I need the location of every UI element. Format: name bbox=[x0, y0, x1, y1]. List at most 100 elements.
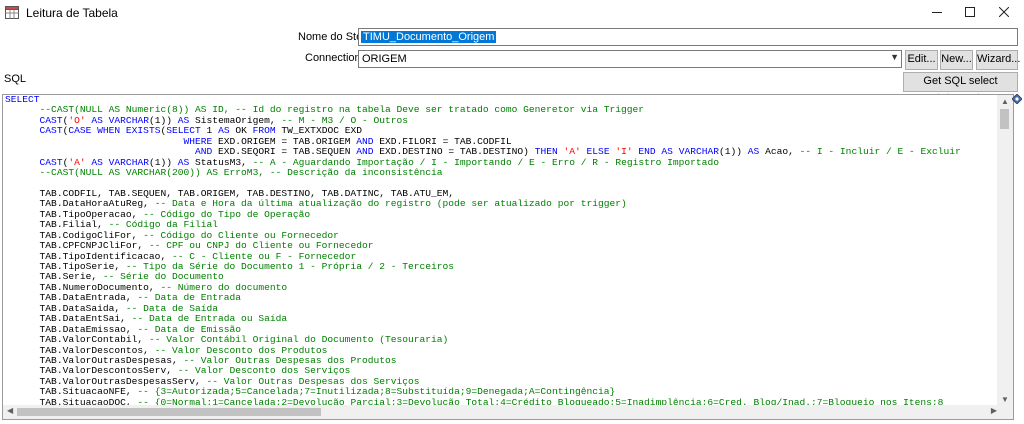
sql-token: 'A' bbox=[563, 146, 581, 158]
sql-token: TAB.DataEmissao, bbox=[5, 323, 138, 335]
sql-token: -- Data de Saída bbox=[125, 302, 219, 314]
sql-token: TAB.TipoOperacao, bbox=[5, 208, 144, 220]
sql-token: StatusM3, bbox=[189, 156, 253, 168]
sql-token: TAB.TipoSerie, bbox=[5, 261, 126, 272]
sql-token: AS VARCHAR bbox=[91, 156, 149, 168]
scrollbar-corner bbox=[997, 405, 1013, 419]
sql-token: -- C - Cliente ou F - Fornecedor bbox=[171, 250, 357, 262]
horizontal-scrollbar[interactable]: ◀ ▶ bbox=[3, 405, 1013, 419]
sql-token: EXD.ORIGEM = TAB.ORIGEM bbox=[212, 135, 357, 147]
table-app-icon bbox=[5, 6, 19, 19]
sql-line: TAB.SituacaoDOC, -- {0=Normal;1=Cancelad… bbox=[5, 397, 1001, 405]
sql-token: TAB.ValorOutrasDespesasServ, bbox=[5, 375, 207, 387]
scroll-left-icon[interactable]: ◀ bbox=[7, 406, 13, 415]
sql-token: ELSE bbox=[586, 146, 610, 158]
sql-token: -- Valor Outras Despesas dos Produtos bbox=[183, 354, 397, 366]
sql-label: SQL bbox=[4, 73, 27, 85]
sql-token: -- Tipo da Série do Documento 1 - Própri… bbox=[125, 261, 455, 272]
sql-token: AND bbox=[356, 135, 374, 147]
title-bar: Leitura de Tabela bbox=[0, 0, 1024, 26]
chevron-down-icon[interactable]: ▼ bbox=[890, 52, 899, 62]
sql-token: AS bbox=[177, 114, 190, 126]
sql-token: AS bbox=[747, 146, 760, 158]
sql-token: -- Código do Cliente ou Fornecedor bbox=[143, 229, 339, 241]
sql-token: TAB.TipoIdentificacao, bbox=[5, 250, 172, 262]
sql-token: -- Data de Entrada bbox=[137, 292, 242, 304]
sql-token: CAST bbox=[39, 125, 63, 137]
sql-token: 'O' bbox=[68, 114, 86, 126]
get-sql-statement-button[interactable]: Get SQL select statement... bbox=[903, 72, 1018, 104]
sql-token: AS bbox=[177, 156, 190, 168]
sql-token: TAB.ValorDescontos, bbox=[5, 344, 155, 356]
sql-token: CAST bbox=[39, 156, 63, 168]
sql-token: AS bbox=[218, 125, 230, 137]
connection-label: Connection bbox=[305, 52, 361, 64]
new-button[interactable]: New... bbox=[940, 50, 973, 70]
connection-value: ORIGEM bbox=[362, 53, 407, 65]
sql-token: TAB.DataHoraAtuReg, bbox=[5, 198, 155, 210]
sql-editor[interactable]: SELECT --CAST(NULL AS Numeric(8)) AS ID,… bbox=[2, 94, 1014, 420]
sql-token: CAST bbox=[39, 114, 63, 126]
sql-token: OK bbox=[229, 125, 253, 137]
sql-token: TAB.Filial, bbox=[5, 219, 109, 231]
sql-token: TAB.ValorDescontosServ, bbox=[5, 365, 178, 377]
edit-button[interactable]: Edit... bbox=[905, 50, 938, 70]
minimize-icon bbox=[932, 12, 942, 13]
sql-line: --CAST(NULL AS VARCHAR(200)) AS ErroM3, … bbox=[5, 167, 1001, 178]
sql-token: -- Código da Filial bbox=[108, 219, 219, 231]
variable-diamond-icon bbox=[1012, 94, 1022, 104]
close-button[interactable] bbox=[988, 0, 1020, 24]
sql-token: TAB.NumeroDocumento, bbox=[5, 281, 161, 293]
connection-select[interactable]: ORIGEM ▼ bbox=[358, 50, 902, 68]
sql-token: TAB.CPFCNPJCliFor, bbox=[5, 240, 149, 252]
sql-token: TAB.ValorOutrasDespesas, bbox=[5, 354, 184, 366]
scroll-up-icon[interactable]: ▲ bbox=[1001, 97, 1009, 106]
sql-token: -- Valor Contábil Original do Documento … bbox=[148, 334, 449, 346]
sql-token: -- Valor Outras Despesas dos Serviços bbox=[206, 375, 420, 387]
sql-token: SELECT bbox=[166, 125, 201, 137]
sql-code-area[interactable]: SELECT --CAST(NULL AS Numeric(8)) AS ID,… bbox=[5, 95, 1001, 405]
sql-token: -- {3=Autorizada;5=Cancelada;7=Inutiliza… bbox=[137, 386, 616, 398]
vertical-scrollbar[interactable]: ▲ ▼ bbox=[997, 95, 1013, 405]
sql-token: TAB.Serie, bbox=[5, 271, 103, 283]
sql-token: Acao, bbox=[759, 146, 800, 158]
horizontal-scroll-thumb[interactable] bbox=[17, 408, 321, 416]
sql-token: TAB.ValorContabil, bbox=[5, 334, 149, 346]
sql-token: TW_EXTXDOC EXD bbox=[275, 125, 362, 137]
sql-token: END AS VARCHAR bbox=[638, 146, 719, 158]
minimize-button[interactable] bbox=[921, 0, 953, 24]
wizard-button[interactable]: Wizard... bbox=[976, 50, 1020, 70]
sql-token: -- M - M3 / O - Outros bbox=[281, 114, 409, 126]
sql-token: WHERE bbox=[183, 135, 213, 147]
window-title: Leitura de Tabela bbox=[26, 6, 118, 20]
close-icon bbox=[999, 7, 1009, 17]
maximize-button[interactable] bbox=[954, 0, 986, 24]
sql-token: THEN bbox=[534, 146, 558, 158]
sql-token: FROM bbox=[252, 125, 276, 137]
sql-token: -- CPF ou CNPJ do Cliente ou Fornecedor bbox=[148, 240, 374, 252]
sql-token: TAB.SituacaoNFE, bbox=[5, 386, 138, 398]
sql-token: -- Código do Tipo de Operação bbox=[143, 208, 311, 220]
vertical-scroll-thumb[interactable] bbox=[1000, 109, 1009, 129]
step-name-input[interactable]: TIMU_Documento_Origem bbox=[358, 28, 1018, 46]
sql-token: (1)) bbox=[148, 114, 178, 126]
sql-token: 'A' bbox=[68, 156, 86, 168]
sql-token: TAB.CodigoCliFor, bbox=[5, 229, 144, 241]
sql-token: -- Valor Desconto dos Produtos bbox=[154, 344, 328, 356]
sql-token: -- Data de Emissão bbox=[137, 323, 242, 335]
sql-token: -- Número do documento bbox=[160, 281, 288, 293]
sql-token: -- Valor Desconto dos Serviços bbox=[177, 365, 351, 377]
sql-token: -- A - Aguardando Importação / I - Impor… bbox=[252, 156, 719, 168]
maximize-icon bbox=[965, 7, 975, 17]
sql-token: -- Data e Hora da última atualização do … bbox=[154, 198, 627, 210]
sql-token: -- Data de Entrada ou Saída bbox=[131, 313, 288, 325]
sql-token: -- Série do Documento bbox=[102, 271, 224, 283]
sql-token: EXD.SEQORI = TAB.SEQUEN bbox=[212, 146, 357, 158]
scroll-down-icon[interactable]: ▼ bbox=[1001, 395, 1009, 404]
